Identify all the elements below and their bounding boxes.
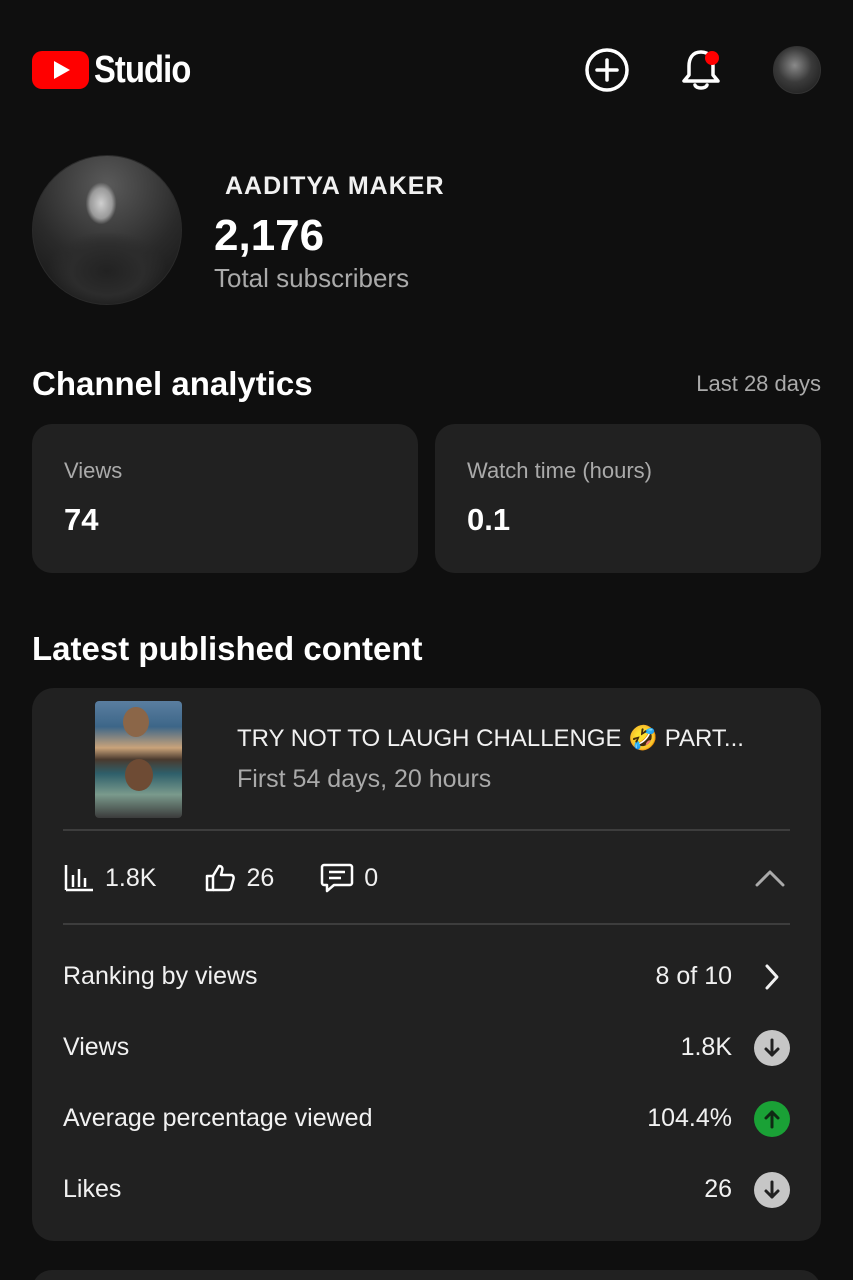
subscriber-count: 2,176: [214, 211, 325, 260]
views-card[interactable]: Views 74: [32, 424, 418, 573]
comment-icon: [321, 863, 354, 893]
latest-content-title: Latest published content: [32, 630, 423, 667]
latest-content-card: TRY NOT TO LAUGH CHALLENGE 🤣 PART... Fir…: [32, 688, 821, 1241]
metric-label: Views: [64, 458, 123, 483]
views-row: Views 1.8K: [63, 1012, 790, 1083]
arrow-down-icon: [754, 1029, 790, 1066]
detail-value: 104.4%: [647, 1104, 732, 1132]
channel-name: AADITYA MAKER: [225, 172, 445, 200]
avg-percentage-row: Average percentage viewed 104.4%: [63, 1083, 790, 1154]
detail-value: 1.8K: [680, 1033, 732, 1061]
arrow-up-icon: [754, 1100, 790, 1137]
channel-analytics-title: Channel analytics: [32, 365, 313, 402]
divider: [63, 923, 790, 925]
comments-stat: 0: [320, 862, 378, 894]
watch-time-card[interactable]: Watch time (hours) 0.1: [435, 424, 821, 573]
create-button[interactable]: [583, 46, 631, 94]
chevron-up-icon: [755, 870, 785, 887]
views-stat: 1.8K: [63, 863, 156, 893]
likes-stat-value: 26: [246, 863, 275, 892]
detail-label: Ranking by views: [63, 962, 258, 990]
studio-dashboard: Studio AADITYA MAKER 2,176 Total subscri…: [0, 0, 853, 1280]
thumbs-up-icon: [206, 864, 236, 892]
detail-value: 8 of 10: [655, 962, 732, 990]
analytics-cards: Views 74 Watch time (hours) 0.1: [32, 424, 821, 573]
metric-value: 0.1: [467, 502, 511, 537]
create-plus-icon: [585, 48, 629, 92]
video-thumbnail[interactable]: [95, 700, 182, 818]
likes-row: Likes 26: [63, 1154, 790, 1225]
next-content-card: [32, 1270, 821, 1280]
likes-stat: 26: [204, 863, 274, 893]
metric-label: Watch time (hours): [467, 458, 653, 483]
analytics-period: Last 28 days: [696, 371, 821, 396]
metric-value: 74: [64, 502, 99, 537]
youtube-logo-icon: [32, 51, 89, 89]
ranking-row[interactable]: Ranking by views 8 of 10: [63, 941, 790, 1012]
subscriber-label: Total subscribers: [214, 263, 410, 293]
detail-value: 26: [704, 1175, 732, 1203]
divider: [63, 829, 790, 831]
video-period: First 54 days, 20 hours: [237, 765, 492, 793]
arrow-down-icon: [754, 1171, 790, 1208]
video-stats: 1.8K 26 0: [63, 858, 790, 898]
views-stat-value: 1.8K: [105, 863, 157, 892]
collapse-button[interactable]: [750, 858, 790, 898]
video-row[interactable]: TRY NOT TO LAUGH CHALLENGE 🤣 PART... Fir…: [95, 700, 789, 818]
notification-dot: [705, 51, 719, 65]
detail-label: Average percentage viewed: [63, 1104, 373, 1132]
studio-logo[interactable]: Studio: [32, 49, 206, 92]
account-avatar[interactable]: [773, 46, 821, 94]
channel-avatar[interactable]: [32, 155, 182, 305]
chevron-right-icon: [754, 959, 790, 995]
channel-summary: AADITYA MAKER 2,176 Total subscribers: [32, 155, 445, 305]
channel-info: AADITYA MAKER 2,176 Total subscribers: [214, 172, 445, 305]
logo-text: Studio: [94, 48, 191, 91]
comments-stat-value: 0: [364, 863, 379, 892]
video-text: TRY NOT TO LAUGH CHALLENGE 🤣 PART... Fir…: [237, 724, 744, 794]
top-app-bar: Studio: [32, 38, 821, 102]
video-detail-list: Ranking by views 8 of 10 Views 1.8K Aver…: [63, 941, 790, 1225]
video-title: TRY NOT TO LAUGH CHALLENGE 🤣 PART...: [237, 725, 744, 752]
notifications-button[interactable]: [677, 46, 725, 94]
bar-chart-icon: [64, 865, 93, 892]
detail-label: Likes: [63, 1175, 122, 1203]
header-actions: [583, 46, 821, 94]
detail-label: Views: [63, 1033, 130, 1061]
